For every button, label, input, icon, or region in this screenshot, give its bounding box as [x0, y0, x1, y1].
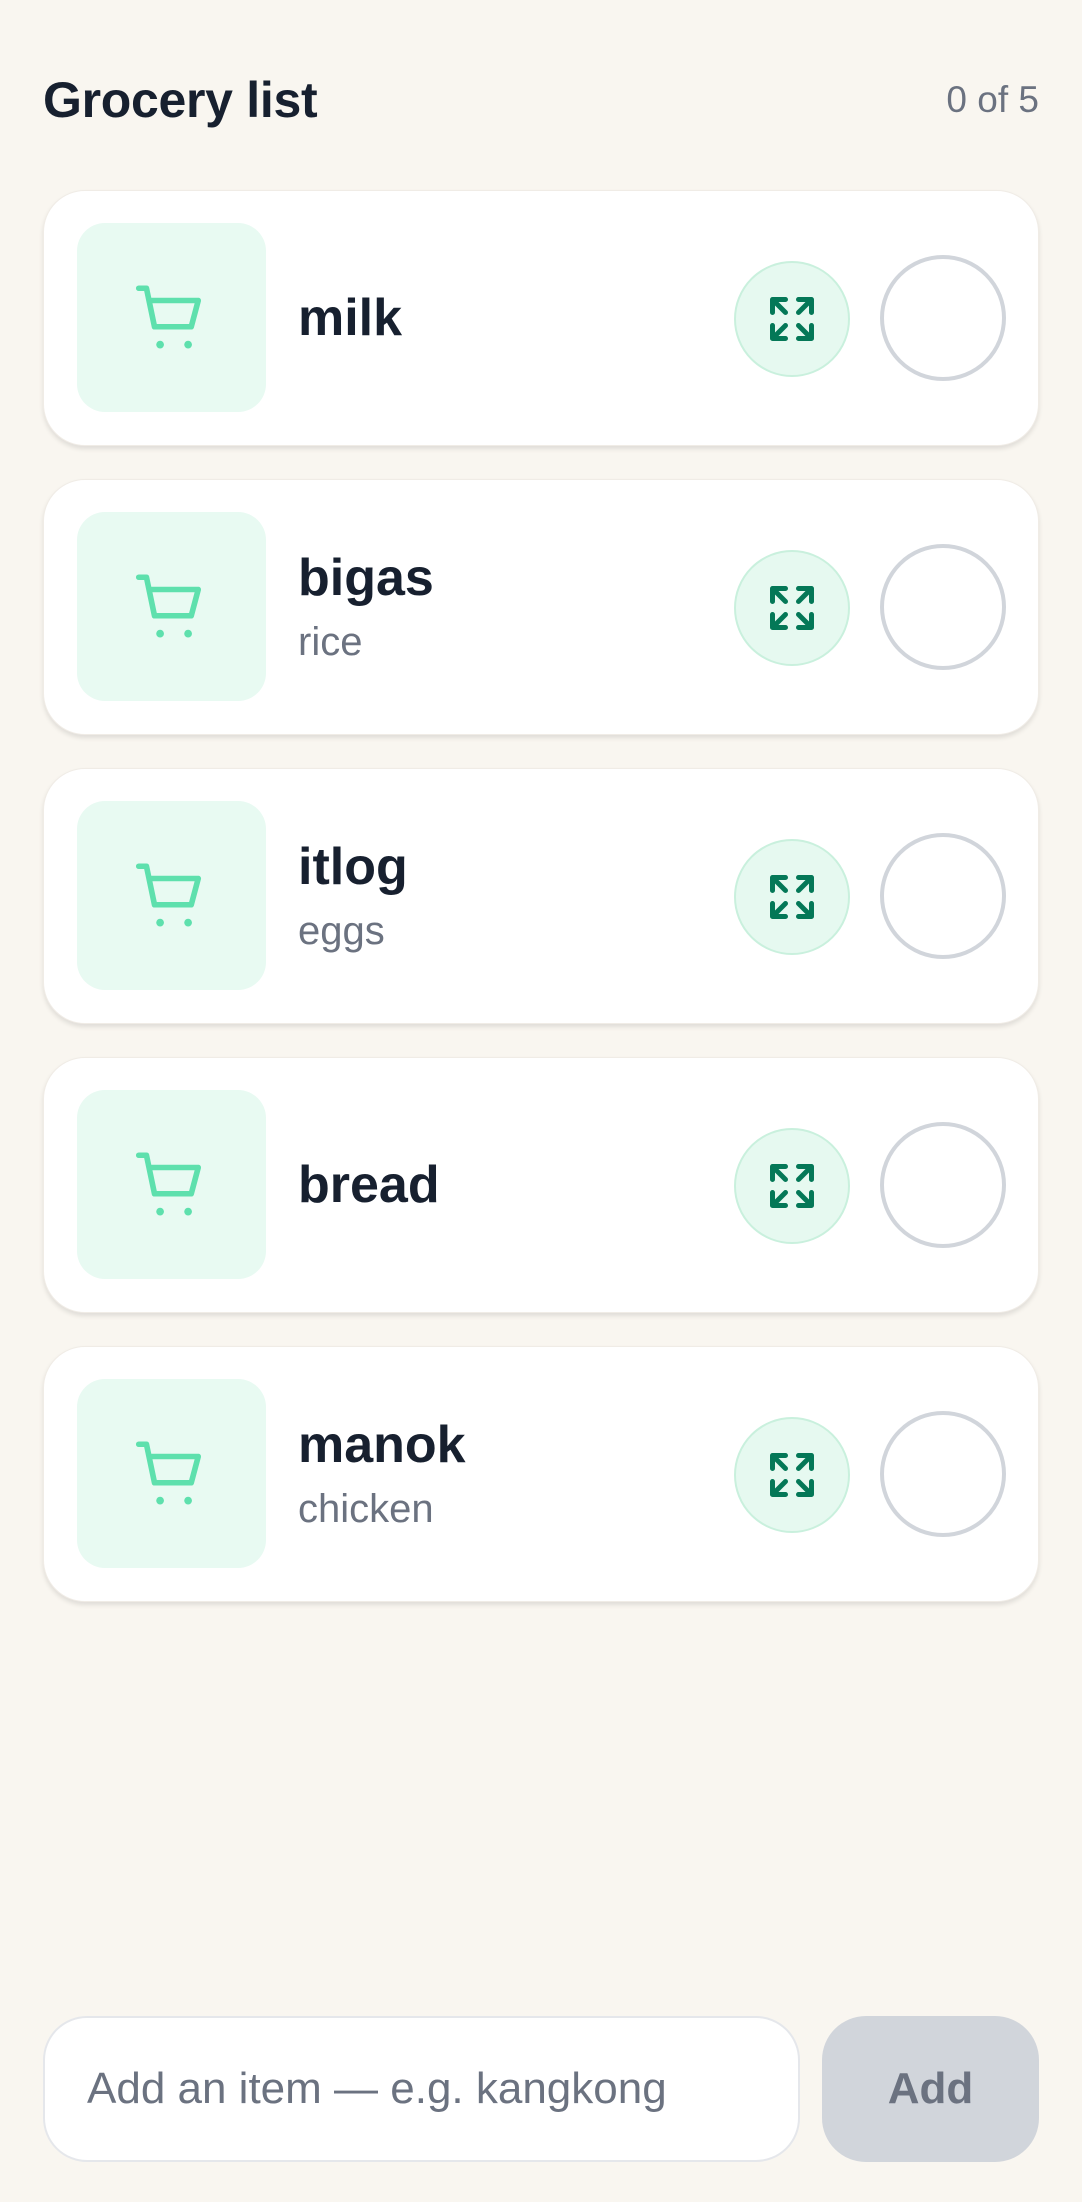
expand-icon — [770, 875, 814, 919]
list-item[interactable]: milk — [43, 190, 1039, 446]
add-button[interactable]: Add — [822, 2016, 1039, 2162]
expand-button[interactable] — [734, 261, 850, 377]
item-text: itlog eggs — [298, 769, 408, 1023]
item-checkbox[interactable] — [880, 255, 1006, 381]
expand-icon — [770, 586, 814, 630]
cart-icon — [135, 1440, 201, 1504]
item-checkbox[interactable] — [880, 833, 1006, 959]
add-item-bar: Add — [0, 1984, 1082, 2202]
item-name: itlog — [298, 838, 408, 896]
expand-icon — [770, 297, 814, 341]
item-subtitle: chicken — [298, 1487, 434, 1531]
cart-icon — [135, 573, 201, 637]
item-name: bread — [298, 1156, 440, 1214]
cart-icon — [135, 284, 201, 348]
item-checkbox[interactable] — [880, 544, 1006, 670]
list-item[interactable]: bigas rice — [43, 479, 1039, 735]
item-thumbnail — [77, 223, 266, 412]
item-counter: 0 of 5 — [946, 79, 1039, 120]
item-checkbox[interactable] — [880, 1411, 1006, 1537]
header: Grocery list 0 of 5 — [43, 70, 1039, 130]
item-name: bigas — [298, 549, 434, 607]
expand-button[interactable] — [734, 839, 850, 955]
list-item[interactable]: itlog eggs — [43, 768, 1039, 1024]
item-text: bigas rice — [298, 480, 434, 734]
item-thumbnail — [77, 1090, 266, 1279]
expand-button[interactable] — [734, 1417, 850, 1533]
item-subtitle: eggs — [298, 909, 385, 953]
expand-button[interactable] — [734, 550, 850, 666]
item-thumbnail — [77, 801, 266, 990]
item-subtitle: rice — [298, 620, 363, 664]
cart-icon — [135, 862, 201, 926]
item-thumbnail — [77, 1379, 266, 1568]
grocery-list: milk bigas rice itlog eggs bread manok c… — [43, 190, 1039, 1635]
item-text: manok chicken — [298, 1347, 466, 1601]
expand-icon — [770, 1164, 814, 1208]
add-item-input[interactable] — [43, 2016, 800, 2162]
item-text: bread — [298, 1058, 440, 1312]
list-item[interactable]: manok chicken — [43, 1346, 1039, 1602]
item-name: milk — [298, 289, 403, 347]
page-title: Grocery list — [43, 72, 318, 128]
cart-icon — [135, 1151, 201, 1215]
expand-button[interactable] — [734, 1128, 850, 1244]
item-checkbox[interactable] — [880, 1122, 1006, 1248]
item-thumbnail — [77, 512, 266, 701]
item-name: manok — [298, 1416, 466, 1474]
list-item[interactable]: bread — [43, 1057, 1039, 1313]
expand-icon — [770, 1453, 814, 1497]
item-text: milk — [298, 191, 402, 445]
